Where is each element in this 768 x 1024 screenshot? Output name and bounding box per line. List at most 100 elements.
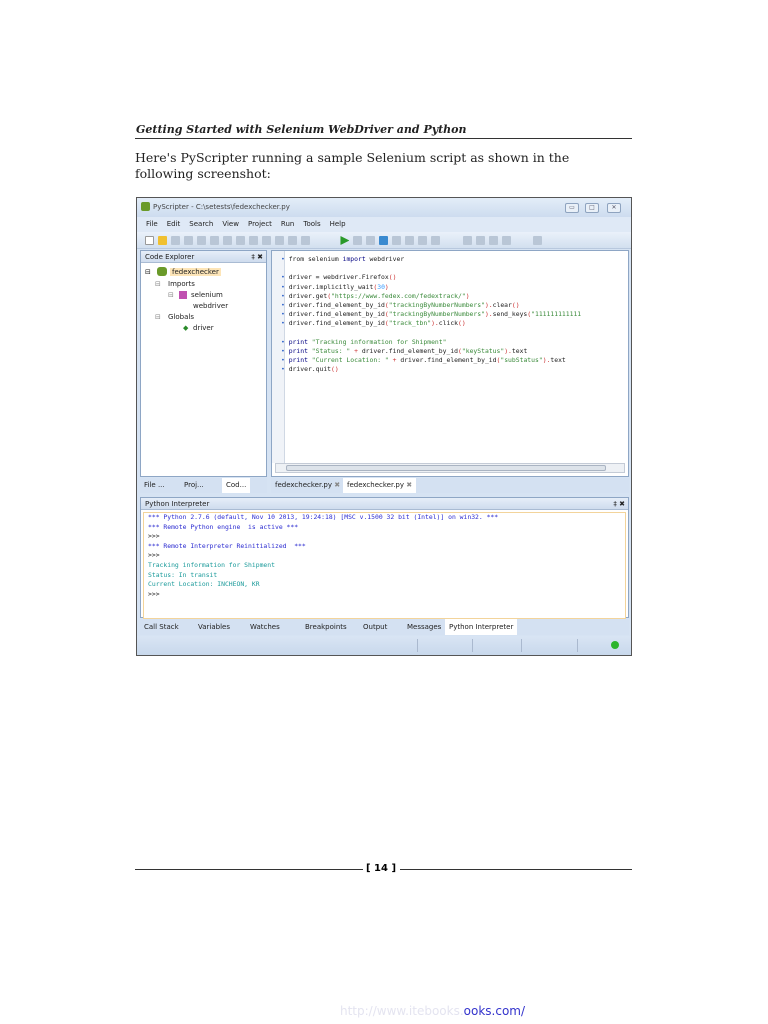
- menu-view[interactable]: View: [222, 220, 239, 228]
- tab-python-interpreter[interactable]: Python Interpreter: [445, 619, 518, 635]
- layout-icon[interactable]: [533, 236, 543, 245]
- code-token: send_keys: [492, 310, 528, 319]
- tree-item-selenium[interactable]: selenium: [191, 291, 223, 299]
- forward-icon[interactable]: [475, 236, 485, 245]
- tab-call-stack[interactable]: Call Stack: [144, 623, 179, 631]
- tab-watches[interactable]: Watches: [250, 623, 280, 631]
- panel-pin-close-icon[interactable]: ‡ ✖: [613, 498, 625, 510]
- code-token: "Tracking information for Shipment": [311, 337, 447, 346]
- code-token: ): [384, 282, 389, 291]
- menu-search[interactable]: Search: [189, 220, 213, 228]
- spell-icon[interactable]: [301, 236, 310, 245]
- code-token: "https://www.fedex.com/fedextrack/": [331, 291, 466, 300]
- menu-tools[interactable]: Tools: [303, 220, 320, 228]
- collapse-icon[interactable]: ⊟: [155, 313, 161, 321]
- interpreter-console[interactable]: *** Python 2.7.6 (default, Nov 10 2013, …: [143, 512, 626, 619]
- cut-icon[interactable]: [210, 236, 219, 245]
- menu-project[interactable]: Project: [248, 220, 272, 228]
- code-token: "111111111111: [531, 310, 582, 319]
- close-button[interactable]: ✕: [607, 203, 621, 213]
- new-file-icon[interactable]: [145, 236, 154, 245]
- tree-item-module[interactable]: fedexchecker: [170, 268, 221, 276]
- pyscripter-logo-icon: [141, 202, 150, 211]
- tab-variables[interactable]: Variables: [198, 623, 230, 631]
- editor-tab-label: fedexchecker.py: [275, 481, 333, 489]
- indent-icon[interactable]: [488, 236, 498, 245]
- tree-item-webdriver[interactable]: webdriver: [193, 302, 228, 310]
- code-token: ): [465, 291, 470, 300]
- code-token: (): [331, 365, 339, 374]
- run-to-cursor-icon[interactable]: [366, 236, 376, 245]
- horizontal-scrollbar[interactable]: [275, 463, 625, 473]
- code-line: • from selenium import webdriver: [281, 255, 405, 263]
- code-line: • driver.quit(): [281, 365, 339, 374]
- save-icon[interactable]: [171, 236, 180, 245]
- replace-icon[interactable]: [288, 236, 297, 245]
- undo-icon[interactable]: [249, 236, 258, 245]
- menu-file[interactable]: File: [146, 220, 158, 228]
- paste-icon[interactable]: [236, 236, 245, 245]
- stop-icon[interactable]: [431, 236, 441, 245]
- code-line: • print "Current Location: " + driver.fi…: [281, 356, 566, 365]
- dedent-icon[interactable]: [501, 236, 511, 245]
- step-into-icon[interactable]: [379, 236, 389, 245]
- code-editor[interactable]: • from selenium import webdriver • driver…: [271, 250, 629, 477]
- code-explorer-title: Code Explorer: [145, 253, 195, 261]
- code-token: (): [511, 301, 520, 309]
- debug-icon[interactable]: [353, 236, 363, 245]
- code-token: ).: [484, 310, 493, 319]
- tab-messages[interactable]: Messages: [407, 623, 441, 631]
- minimize-button[interactable]: ▭: [565, 203, 579, 213]
- open-file-icon[interactable]: [158, 236, 167, 245]
- code-token: driver = webdriver.Firefox: [288, 273, 389, 282]
- code-token: text: [511, 347, 528, 355]
- tab-project-explorer[interactable]: Proj...: [180, 478, 208, 493]
- tree-item-imports[interactable]: Imports: [168, 280, 195, 288]
- tab-code-explorer[interactable]: Cod...: [222, 478, 251, 493]
- find-icon[interactable]: [275, 236, 284, 245]
- menu-bar: File Edit Search View Project Run Tools Help: [137, 217, 631, 232]
- tab-breakpoints[interactable]: Breakpoints: [305, 623, 347, 631]
- module-icon: [157, 267, 167, 276]
- tree-item-driver[interactable]: driver: [193, 324, 214, 332]
- save-all-icon[interactable]: [184, 236, 193, 245]
- pause-icon[interactable]: [418, 236, 428, 245]
- code-token: "track_tbn": [388, 319, 432, 328]
- editor-tab-active[interactable]: fedexchecker.py ✖: [343, 478, 417, 493]
- console-line: >>>: [148, 532, 160, 541]
- collapse-icon[interactable]: ⊟: [155, 280, 161, 288]
- code-token: "subStatus": [500, 356, 543, 365]
- menu-help[interactable]: Help: [330, 220, 346, 228]
- maximize-button[interactable]: □: [585, 203, 599, 213]
- code-line: • print "Tracking information for Shipme…: [281, 337, 447, 346]
- menu-run[interactable]: Run: [281, 220, 294, 228]
- tab-close-icon[interactable]: ✖: [406, 481, 412, 489]
- scrollbar-thumb[interactable]: [286, 465, 606, 471]
- redo-icon[interactable]: [262, 236, 271, 245]
- copy-icon[interactable]: [223, 236, 232, 245]
- step-over-icon[interactable]: [392, 236, 402, 245]
- tab-file-explorer[interactable]: File ...: [140, 478, 169, 493]
- back-icon[interactable]: [462, 236, 472, 245]
- step-out-icon[interactable]: [405, 236, 415, 245]
- console-line: *** Remote Interpreter Reinitialized ***: [148, 541, 306, 550]
- print-icon[interactable]: [197, 236, 206, 245]
- panel-pin-close-icon[interactable]: ‡ ✖: [251, 251, 263, 263]
- footer-link[interactable]: http://www.itebooks.ooks.com/: [340, 1004, 525, 1018]
- editor-tab[interactable]: fedexchecker.py ✖: [271, 478, 344, 493]
- tab-close-icon[interactable]: ✖: [334, 481, 340, 489]
- tree-item-globals[interactable]: Globals: [168, 313, 194, 321]
- code-token: driver.find_element_by_id: [288, 301, 385, 309]
- code-explorer-header: Code Explorer ‡ ✖: [141, 251, 266, 263]
- tab-output[interactable]: Output: [363, 623, 387, 631]
- collapse-icon[interactable]: ⊟: [145, 268, 151, 276]
- collapse-icon[interactable]: ⊟: [168, 291, 174, 299]
- code-token: (): [458, 319, 466, 328]
- code-token: selenium: [307, 255, 343, 263]
- python-interpreter-panel: Python Interpreter ‡ ✖ *** Python 2.7.6 (…: [140, 497, 629, 619]
- run-icon[interactable]: [340, 236, 350, 245]
- code-token: driver.find_element_by_id: [400, 356, 497, 365]
- menu-edit[interactable]: Edit: [167, 220, 181, 228]
- variable-icon: ◆: [183, 324, 189, 332]
- code-token: "trackingByNumberNumbers": [388, 310, 485, 319]
